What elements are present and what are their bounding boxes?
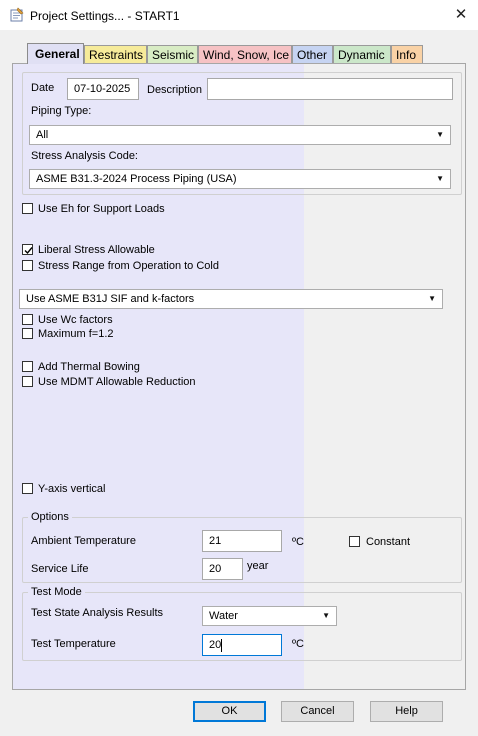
close-icon[interactable]: ✕ — [451, 5, 471, 25]
sif-value: Use ASME B31J SIF and k-factors — [26, 293, 195, 305]
tab-general-label: General — [35, 47, 80, 61]
date-label: Date — [31, 82, 55, 94]
test-temperature-label: Test Temperature — [31, 638, 116, 650]
piping-type-label: Piping Type: — [31, 105, 92, 117]
thermal-bowing-checkbox[interactable] — [22, 361, 33, 372]
window-title: Project Settings... - START1 — [30, 9, 180, 23]
use-eh-checkbox[interactable] — [22, 203, 33, 214]
mdmt-label: Use MDMT Allowable Reduction — [38, 376, 196, 388]
tab-restraints[interactable]: Restraints — [84, 45, 147, 63]
description-field[interactable] — [207, 78, 453, 100]
service-life-unit: year — [247, 560, 269, 572]
use-wc-label: Use Wc factors — [38, 314, 113, 326]
ambient-temperature-label: Ambient Temperature — [31, 535, 136, 547]
service-life-field[interactable]: 20 — [202, 558, 243, 580]
description-label: Description — [147, 84, 203, 96]
app-icon — [9, 7, 25, 23]
ok-button[interactable]: OK — [193, 701, 266, 722]
stress-code-value: ASME B31.3-2024 Process Piping (USA) — [36, 173, 237, 185]
liberal-stress-label: Liberal Stress Allowable — [38, 244, 155, 256]
test-temperature-unit: ºC — [292, 638, 304, 650]
stress-range-label: Stress Range from Operation to Cold — [38, 260, 219, 272]
ambient-temperature-field[interactable]: 21 — [202, 530, 282, 552]
piping-type-select[interactable]: All ▼ — [29, 125, 451, 145]
y-axis-checkbox[interactable] — [22, 483, 33, 494]
service-life-label: Service Life — [31, 563, 89, 575]
date-field[interactable]: 07-10-2025 — [67, 78, 139, 100]
max-f-checkbox[interactable] — [22, 328, 33, 339]
tab-other[interactable]: Other — [292, 45, 333, 63]
test-temperature-value: 20 — [209, 639, 222, 651]
tab-seismic-label: Seismic — [152, 48, 195, 62]
chevron-down-icon: ▼ — [436, 174, 444, 183]
test-temperature-field[interactable]: 20 — [202, 634, 282, 656]
chevron-down-icon: ▼ — [436, 130, 444, 139]
constant-checkbox[interactable] — [349, 536, 360, 547]
tab-dynamic-label: Dynamic — [338, 48, 385, 62]
constant-label: Constant — [366, 536, 411, 548]
ambient-temperature-unit: ºC — [292, 536, 304, 548]
test-results-value: Water — [209, 610, 238, 622]
mdmt-checkbox[interactable] — [22, 376, 33, 387]
code-label: Stress Analysis Code: — [31, 150, 138, 162]
text-cursor — [221, 638, 223, 652]
tab-restraints-label: Restraints — [89, 48, 144, 62]
tab-wind-snow-ice-label: Wind, Snow, Ice — [203, 48, 290, 62]
thermal-bowing-label: Add Thermal Bowing — [38, 361, 140, 373]
piping-type-value: All — [36, 129, 49, 141]
chevron-down-icon: ▼ — [322, 611, 330, 620]
tab-dynamic[interactable]: Dynamic — [333, 45, 391, 63]
tab-general[interactable]: General — [27, 43, 84, 64]
test-mode-group-label: Test Mode — [28, 586, 85, 598]
options-group-label: Options — [28, 511, 72, 523]
checkmark-icon — [24, 247, 33, 255]
use-eh-label: Use Eh for Support Loads — [38, 203, 165, 215]
liberal-stress-checkbox[interactable] — [22, 244, 33, 255]
test-results-select[interactable]: Water ▼ — [202, 606, 337, 626]
stress-code-select[interactable]: ASME B31.3-2024 Process Piping (USA) ▼ — [29, 169, 451, 189]
tab-wind-snow-ice[interactable]: Wind, Snow, Ice — [198, 45, 292, 63]
tab-info-label: Info — [396, 48, 417, 62]
cancel-button[interactable]: Cancel — [281, 701, 354, 722]
y-axis-label: Y-axis vertical — [38, 483, 106, 495]
sif-select[interactable]: Use ASME B31J SIF and k-factors ▼ — [19, 289, 443, 309]
test-results-label: Test State Analysis Results — [31, 607, 164, 619]
tab-other-label: Other — [297, 48, 328, 62]
help-button[interactable]: Help — [370, 701, 443, 722]
use-wc-checkbox[interactable] — [22, 314, 33, 325]
max-f-label: Maximum f=1.2 — [38, 328, 114, 340]
stress-range-checkbox[interactable] — [22, 260, 33, 271]
tab-seismic[interactable]: Seismic — [147, 45, 198, 63]
chevron-down-icon: ▼ — [428, 294, 436, 303]
tab-info[interactable]: Info — [391, 45, 423, 63]
